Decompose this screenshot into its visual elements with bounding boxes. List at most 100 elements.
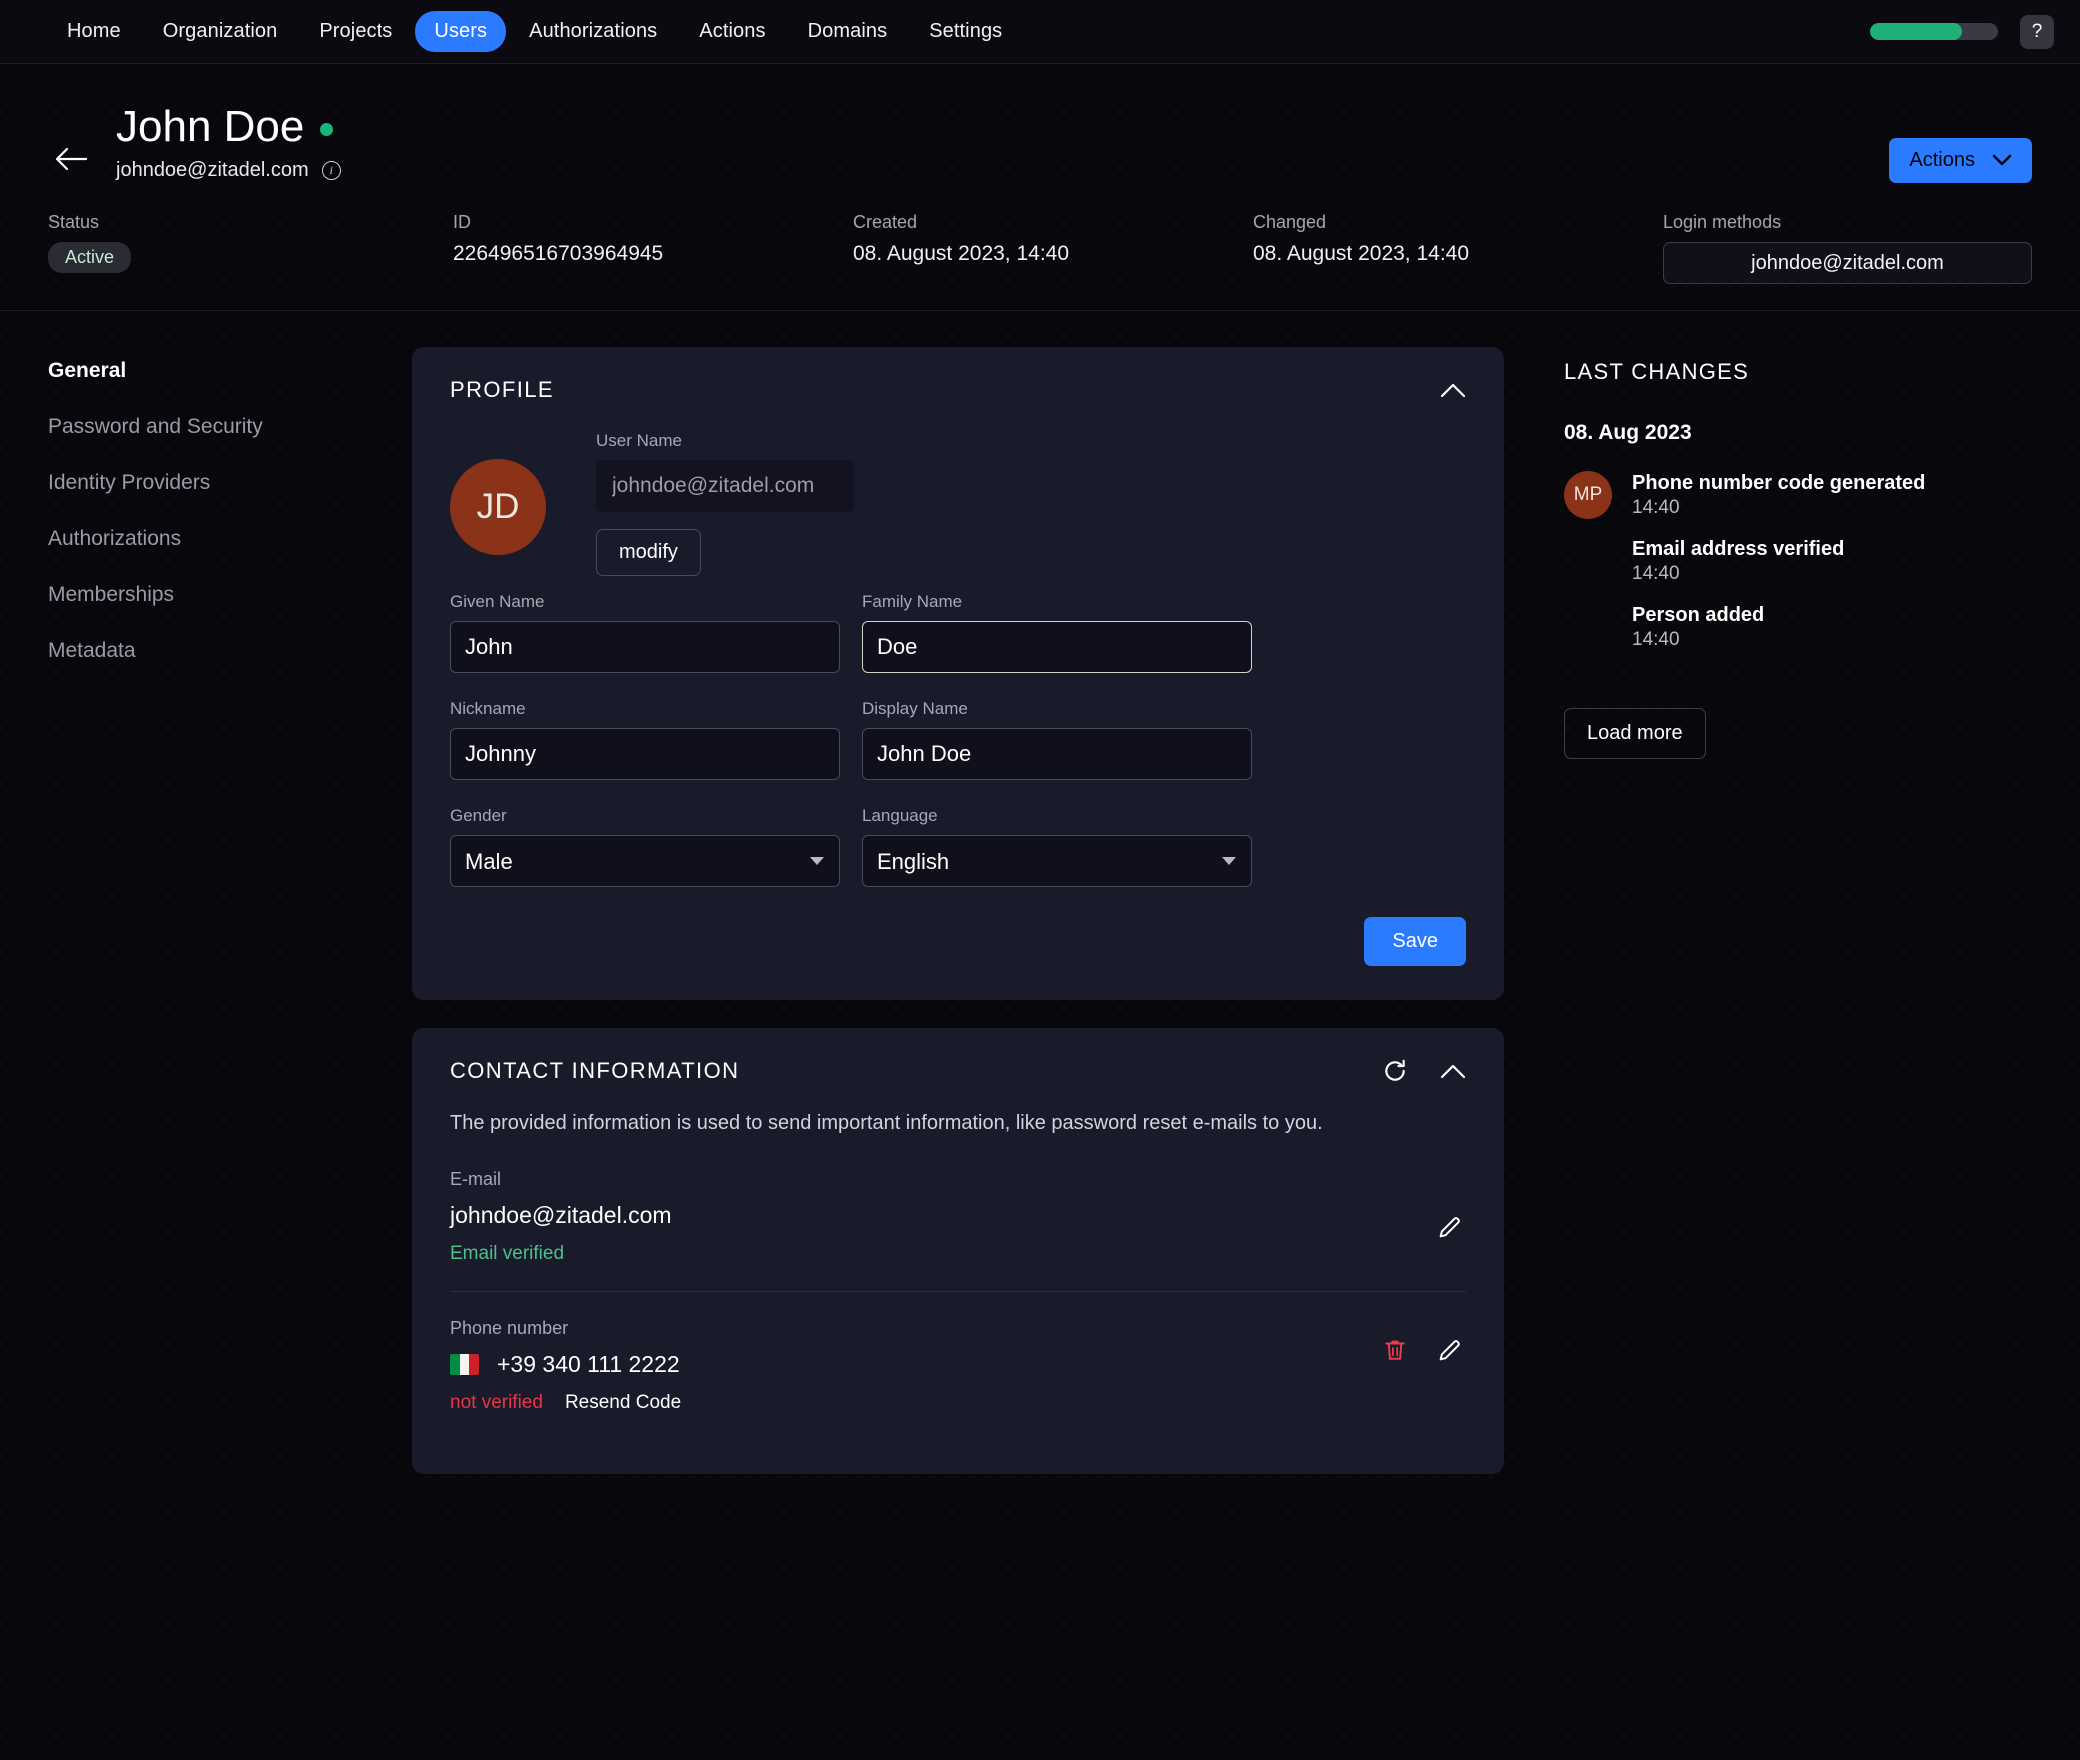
phone-row: Phone number +39 340 111 2222 not verifi… bbox=[450, 1291, 1466, 1440]
language-select-wrap: EnglishDeutschItalianoFrançais bbox=[862, 835, 1252, 888]
modify-username-button[interactable]: modify bbox=[596, 529, 701, 577]
save-button[interactable]: Save bbox=[1364, 917, 1466, 967]
chevron-down-icon bbox=[1992, 149, 2012, 172]
help-button[interactable]: ? bbox=[2020, 14, 2054, 49]
language-label: Language bbox=[862, 806, 938, 826]
last-change-entry: Email address verified 14:40 bbox=[1632, 537, 1925, 587]
login-method-chip[interactable]: johndoe@zitadel.com bbox=[1663, 242, 2032, 285]
title-row: John Doe johndoe@zitadel.com i bbox=[48, 98, 2032, 182]
profile-identity-row: JD User Name modify bbox=[450, 431, 1466, 577]
avatar: JD bbox=[450, 459, 546, 556]
meta-login-methods: Login methods johndoe@zitadel.com bbox=[1663, 212, 2032, 285]
meta-status: Status Active bbox=[48, 212, 453, 284]
last-change-event: Person added bbox=[1632, 603, 1765, 626]
nickname-label: Nickname bbox=[450, 699, 526, 719]
meta-login-label: Login methods bbox=[1663, 212, 1782, 233]
phone-status-row: not verified Resend Code bbox=[450, 1392, 1466, 1414]
status-badge: Active bbox=[48, 242, 132, 274]
last-change-time: 14:40 bbox=[1632, 628, 1680, 650]
contact-card-header-icons bbox=[1382, 1058, 1466, 1084]
contact-card-header: CONTACT INFORMATION bbox=[450, 1058, 1466, 1084]
nickname-input[interactable] bbox=[450, 728, 840, 781]
chevron-up-icon[interactable] bbox=[1440, 383, 1466, 398]
page-title: John Doe bbox=[116, 102, 305, 151]
email-row-icons bbox=[1436, 1213, 1464, 1241]
nav-item-actions[interactable]: Actions bbox=[680, 11, 784, 52]
page-content: General Password and Security Identity Pro… bbox=[0, 311, 2080, 1502]
sidebar-item-password-and-security[interactable]: Password and Security bbox=[48, 415, 412, 439]
nav-item-organization[interactable]: Organization bbox=[144, 11, 297, 52]
nav-item-domains[interactable]: Domains bbox=[789, 11, 907, 52]
phone-value: +39 340 111 2222 bbox=[497, 1351, 680, 1378]
given-name-input[interactable] bbox=[450, 621, 840, 674]
top-navigation-bar: Home Organization Projects Users Authorizati… bbox=[0, 0, 2080, 64]
delete-phone-icon[interactable] bbox=[1382, 1336, 1408, 1364]
meta-id: ID 226496516703964945 bbox=[453, 212, 853, 284]
meta-id-label: ID bbox=[453, 212, 471, 233]
actions-button[interactable]: Actions bbox=[1889, 138, 2032, 183]
meta-created-label: Created bbox=[853, 212, 918, 233]
nav-item-users[interactable]: Users bbox=[415, 11, 507, 52]
info-icon[interactable]: i bbox=[321, 161, 341, 181]
language-field: Language EnglishDeutschItalianoFrançais bbox=[862, 806, 1252, 888]
email-verified-status: Email verified bbox=[450, 1243, 565, 1265]
quota-progress-bar bbox=[1870, 23, 1998, 40]
last-changes-panel: LAST CHANGES 08. Aug 2023 MP Phone numbe… bbox=[1504, 347, 1994, 1502]
given-name-field: Given Name bbox=[450, 592, 840, 674]
last-change-event: Email address verified bbox=[1632, 537, 1845, 560]
edit-phone-icon[interactable] bbox=[1436, 1336, 1464, 1364]
language-select[interactable]: EnglishDeutschItalianoFrançais bbox=[862, 835, 1252, 888]
phone-label: Phone number bbox=[450, 1318, 569, 1339]
chevron-up-icon[interactable] bbox=[1440, 1064, 1466, 1079]
load-more-button[interactable]: Load more bbox=[1564, 708, 1706, 760]
email-row: E-mail johndoe@zitadel.com Email verifie… bbox=[450, 1169, 1466, 1291]
nav-right-controls: ? bbox=[1870, 14, 2054, 49]
username-block: User Name modify bbox=[596, 431, 854, 577]
display-name-field: Display Name bbox=[862, 699, 1252, 781]
sidebar-item-memberships[interactable]: Memberships bbox=[48, 583, 412, 607]
last-change-event: Phone number code generated bbox=[1632, 472, 1926, 495]
family-name-input[interactable] bbox=[862, 621, 1252, 674]
gender-select[interactable]: MaleFemaleDiverseUnspecified bbox=[450, 835, 840, 888]
username-input[interactable] bbox=[596, 460, 854, 513]
resend-code-link[interactable]: Resend Code bbox=[565, 1392, 681, 1414]
meta-changed: Changed 08. August 2023, 14:40 bbox=[1253, 212, 1663, 284]
email-label: E-mail bbox=[450, 1169, 502, 1190]
display-name-label: Display Name bbox=[862, 699, 968, 719]
profile-card-header-icons bbox=[1440, 383, 1466, 398]
edit-email-icon[interactable] bbox=[1436, 1213, 1464, 1241]
last-changes-date: 08. Aug 2023 bbox=[1564, 421, 1692, 445]
nav-item-home[interactable]: Home bbox=[48, 11, 140, 52]
last-change-entry: Person added 14:40 bbox=[1632, 603, 1925, 653]
contact-information-card: CONTACT INFORMATION The provided informa… bbox=[412, 1028, 1504, 1475]
nav-item-projects[interactable]: Projects bbox=[300, 11, 411, 52]
email-value: johndoe@zitadel.com bbox=[450, 1202, 672, 1229]
display-name-input[interactable] bbox=[862, 728, 1252, 781]
sidebar-item-identity-providers[interactable]: Identity Providers bbox=[48, 471, 412, 495]
user-meta-row: Status Active ID 226496516703964945 Crea… bbox=[0, 182, 2080, 312]
nav-item-settings[interactable]: Settings bbox=[910, 11, 1021, 52]
given-name-label: Given Name bbox=[450, 592, 545, 612]
user-online-status-dot bbox=[320, 123, 334, 137]
title-block: John Doe johndoe@zitadel.com i bbox=[116, 98, 341, 182]
meta-changed-value: 08. August 2023, 14:40 bbox=[1253, 242, 1470, 266]
title-line: John Doe bbox=[116, 102, 341, 151]
sidebar-item-metadata[interactable]: Metadata bbox=[48, 639, 412, 663]
last-changes-list: MP Phone number code generated 14:40 Email… bbox=[1564, 471, 1994, 668]
contact-description: The provided information is used to send… bbox=[450, 1112, 1323, 1135]
family-name-label: Family Name bbox=[862, 592, 963, 612]
back-arrow-icon[interactable] bbox=[48, 136, 94, 182]
last-change-entry: Phone number code generated 14:40 bbox=[1632, 471, 1925, 521]
refresh-icon[interactable] bbox=[1382, 1058, 1408, 1084]
family-name-field: Family Name bbox=[862, 592, 1252, 674]
meta-created-value: 08. August 2023, 14:40 bbox=[853, 242, 1070, 266]
sidebar-item-general[interactable]: General bbox=[48, 359, 412, 383]
subtitle-line: johndoe@zitadel.com i bbox=[116, 159, 341, 182]
phone-row-icons bbox=[1382, 1336, 1464, 1364]
sidebar-item-authorizations[interactable]: Authorizations bbox=[48, 527, 412, 551]
profile-card: PROFILE JD User Name modify bbox=[412, 347, 1504, 1001]
gender-select-wrap: MaleFemaleDiverseUnspecified bbox=[450, 835, 840, 888]
last-change-time: 14:40 bbox=[1632, 497, 1680, 519]
nav-item-authorizations[interactable]: Authorizations bbox=[510, 11, 676, 52]
user-email-subtitle: johndoe@zitadel.com bbox=[116, 159, 309, 182]
